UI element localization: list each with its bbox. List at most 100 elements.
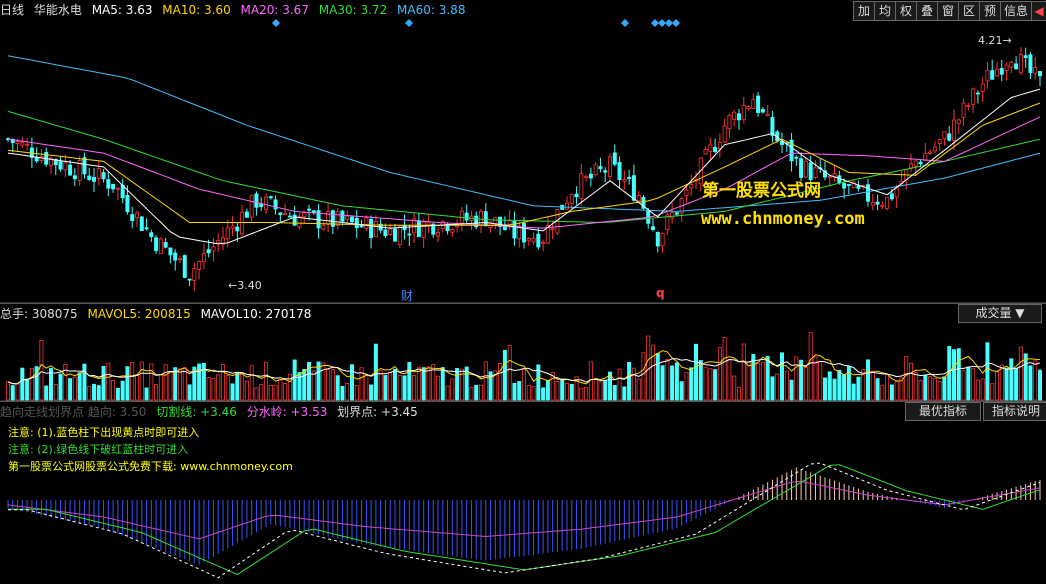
- candlestick: [799, 158, 804, 178]
- volume-bar: [383, 375, 388, 401]
- candlestick: [349, 216, 354, 223]
- volume-dropdown[interactable]: 成交量 ▼: [958, 304, 1042, 323]
- candlestick: [187, 278, 192, 281]
- volume-bar: [1028, 365, 1033, 401]
- volume-bar: [617, 368, 622, 401]
- volume-bar: [679, 381, 684, 401]
- candlestick: [999, 68, 1004, 75]
- candlestick: [760, 109, 765, 113]
- candlestick: [612, 152, 617, 165]
- volume-bar: [818, 361, 823, 401]
- candlestick: [1028, 54, 1033, 73]
- volume-bar: [670, 365, 675, 401]
- volume-bar: [593, 378, 598, 401]
- volume-bar: [149, 363, 154, 401]
- volume-bar: [717, 347, 722, 401]
- volume-bar: [29, 367, 34, 401]
- candlestick: [617, 162, 622, 181]
- volume-bar: [636, 378, 641, 401]
- volume-bar: [388, 372, 393, 401]
- volume-bar: [240, 372, 245, 401]
- volume-bar: [321, 362, 326, 401]
- best-indicator-button[interactable]: 最优指标: [905, 402, 981, 421]
- hua-readout: 划界点: +3.45: [337, 405, 418, 419]
- volume-bar: [937, 380, 942, 401]
- event-diamond-icon: [405, 19, 413, 27]
- volume-bar: [101, 365, 106, 401]
- volume-bar: [517, 381, 522, 401]
- candlestick: [636, 195, 641, 202]
- candlestick: [34, 157, 39, 162]
- volume-bar: [555, 381, 560, 401]
- volume-bar: [631, 367, 636, 401]
- candlestick: [335, 211, 340, 226]
- volume-bar: [713, 369, 718, 401]
- volume-info-bar: 总手: 308075 MAVOL5: 200815 MAVOL10: 27017…: [0, 303, 1046, 324]
- candlestick: [306, 208, 311, 211]
- volume-bar: [837, 370, 842, 401]
- volume-bar: [770, 376, 775, 401]
- candlestick: [87, 175, 92, 181]
- candlestick: [579, 173, 584, 199]
- candlestick: [1033, 67, 1038, 74]
- volume-bar: [526, 385, 531, 401]
- volume-bar: [956, 348, 961, 401]
- volume-bar: [292, 359, 297, 401]
- volume-bar: [737, 386, 742, 401]
- volume-bar: [560, 379, 565, 401]
- volume-bar: [478, 384, 483, 401]
- candlestick: [63, 162, 68, 171]
- volume-bar: [641, 352, 646, 401]
- volume-bar: [952, 349, 957, 401]
- candlestick: [608, 156, 613, 177]
- candlestick: [369, 218, 374, 238]
- volume-bar: [58, 373, 63, 401]
- qie-readout: 切割线: +3.46: [156, 405, 237, 419]
- event-marker-q[interactable]: q: [656, 286, 665, 300]
- candlestick: [598, 166, 603, 170]
- candlestick: [225, 227, 230, 240]
- volume-bar: [1023, 353, 1028, 401]
- volume-bar: [220, 363, 225, 401]
- volume-bar: [990, 383, 995, 401]
- candlestick: [894, 187, 899, 198]
- event-marker-cai[interactable]: 财: [401, 287, 413, 304]
- candlestick: [952, 119, 957, 141]
- volume-bar: [426, 366, 431, 401]
- candlestick: [254, 193, 259, 208]
- candlestick: [101, 172, 106, 180]
- volume-bar: [846, 366, 851, 401]
- candlestick: [383, 229, 388, 237]
- event-diamond-icon: [672, 19, 680, 27]
- volume-bar: [39, 340, 44, 401]
- volume-bar: [216, 374, 221, 401]
- candlestick: [311, 210, 316, 213]
- volume-bar: [96, 385, 101, 401]
- high-price-label: 4.21→: [978, 34, 1012, 47]
- volume-bar: [330, 369, 335, 401]
- indicator-name: 趋向走线划界点 趋向: 3.50: [0, 405, 147, 419]
- candlestick: [58, 161, 63, 170]
- volume-total: 总手: 308075: [0, 307, 78, 321]
- candlestick: [875, 201, 880, 205]
- volume-bar: [106, 362, 111, 401]
- candlestick: [230, 225, 235, 229]
- candlestick: [111, 183, 116, 190]
- candlestick: [268, 196, 273, 199]
- volume-bar: [77, 372, 82, 401]
- volume-bar: [942, 376, 947, 401]
- volume-bar: [115, 387, 120, 401]
- candlestick: [990, 70, 995, 80]
- candlestick: [125, 194, 130, 213]
- watermark-url: www.chnmoney.com: [701, 209, 865, 229]
- volume-bar: [163, 364, 168, 401]
- candlestick: [244, 211, 249, 218]
- indicator-help-button[interactable]: 指标说明: [983, 402, 1046, 421]
- volume-bar: [928, 376, 933, 401]
- candlestick: [15, 141, 20, 144]
- volume-bar: [565, 382, 570, 401]
- volume-bar: [545, 379, 550, 401]
- candlestick: [995, 68, 1000, 77]
- candlestick: [856, 185, 861, 189]
- volume-bar: [177, 368, 182, 401]
